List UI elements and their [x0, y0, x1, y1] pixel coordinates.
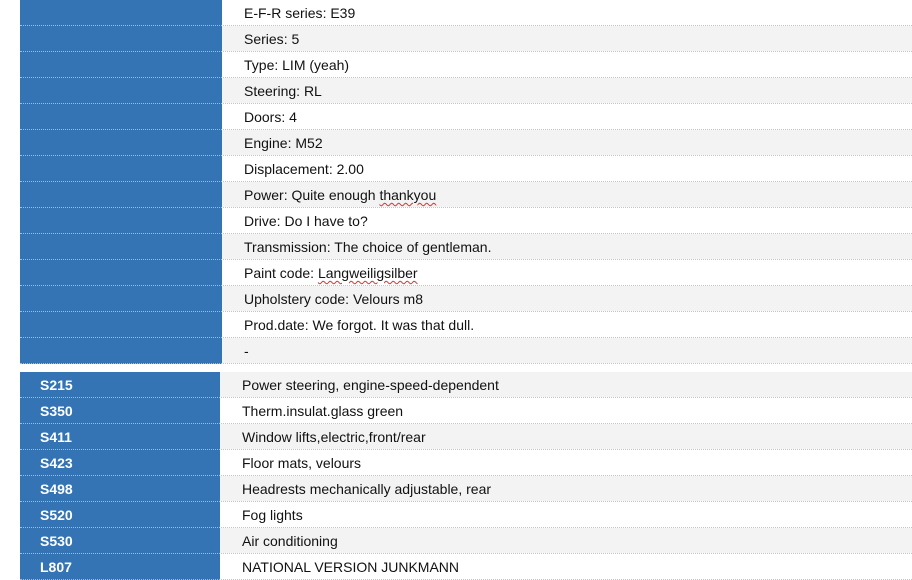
spellcheck-flagged-word[interactable]: Langweiligsilber	[318, 265, 418, 281]
spec-value-text: Quite enough	[291, 187, 380, 203]
spec-value: Paint code: Langweiligsilber	[244, 265, 418, 281]
spec-label: Prod.date	[244, 317, 305, 333]
option-row: S498 Headrests mechanically adjustable, r…	[20, 476, 912, 502]
spec-value: -	[222, 338, 912, 363]
spec-row-marker	[20, 156, 222, 182]
spec-value: E-F-R series: E39	[244, 5, 356, 21]
spec-row: Steering: RL	[20, 78, 912, 104]
spec-row: Displacement: 2.00	[20, 156, 912, 182]
option-description: NATIONAL VERSION JUNKMANN	[242, 559, 460, 575]
option-code: S520	[20, 502, 220, 528]
spec-label: Upholstery code	[244, 291, 346, 307]
option-code: L807	[20, 554, 220, 580]
spec-value: Displacement: 2.00	[244, 161, 364, 177]
spec-row-marker	[20, 52, 222, 78]
spec-label: Doors	[244, 109, 282, 125]
spec-row: Paint code: Langweiligsilber	[20, 260, 912, 286]
spec-row: Upholstery code: Velours m8	[20, 286, 912, 312]
spec-value-text: E39	[330, 5, 356, 21]
option-description: Air conditioning	[220, 528, 912, 553]
spec-value-text: 2.00	[336, 161, 364, 177]
spec-row-marker	[20, 338, 222, 364]
option-code: S411	[20, 424, 220, 450]
spellcheck-flagged-word[interactable]: thankyou	[379, 187, 436, 203]
spec-label: Transmission	[244, 239, 327, 255]
spec-value: Type: LIM (yeah)	[244, 57, 350, 73]
spec-row: Transmission: The choice of gentleman.	[20, 234, 912, 260]
spec-value-text: 5	[291, 31, 300, 47]
spec-row-marker	[20, 26, 222, 52]
spec-row: Engine: M52	[20, 130, 912, 156]
options-table: S215 Power steering, engine-speed-depende…	[20, 372, 912, 580]
option-row: S530 Air conditioning	[20, 528, 912, 554]
spec-table: E-F-R series: E39 Series: 5 Type: LIM (yea…	[20, 0, 912, 364]
option-description: Window lifts,electric,front/rear	[220, 424, 912, 449]
spec-label: E-F-R series	[244, 5, 323, 21]
option-code: S215	[20, 372, 220, 398]
spec-row-marker	[20, 0, 222, 26]
option-description: Floor mats, velours	[242, 455, 362, 471]
spec-row: Type: LIM (yeah)	[20, 52, 912, 78]
spec-value: Upholstery code: Velours m8	[222, 286, 912, 311]
option-row: S411 Window lifts,electric,front/rear	[20, 424, 912, 450]
spec-value-text: 4	[289, 109, 297, 125]
spec-row-marker	[20, 286, 222, 312]
option-row: L807 NATIONAL VERSION JUNKMANN	[20, 554, 912, 580]
spec-label: Series	[244, 31, 284, 47]
spec-row-marker	[20, 312, 222, 338]
option-description: Headrests mechanically adjustable, rear	[220, 476, 912, 501]
spec-value: Doors: 4	[244, 109, 297, 125]
spec-row-marker	[20, 260, 222, 286]
option-row: S423 Floor mats, velours	[20, 450, 912, 476]
spec-row: Doors: 4	[20, 104, 912, 130]
spec-value: Power: Quite enough thankyou	[222, 182, 912, 207]
spec-row: E-F-R series: E39	[20, 0, 912, 26]
spec-value-text: We forgot. It was that dull.	[312, 317, 475, 333]
spec-value-text: The choice of gentleman.	[334, 239, 492, 255]
option-description: Power steering, engine-speed-dependent	[220, 372, 912, 397]
option-row: S215 Power steering, engine-speed-depende…	[20, 372, 912, 398]
spec-value: Series: 5	[222, 26, 912, 51]
spec-value-text: -	[244, 343, 249, 359]
spec-value: Drive: Do I have to?	[244, 213, 368, 229]
spec-row: Drive: Do I have to?	[20, 208, 912, 234]
spec-row-marker	[20, 78, 222, 104]
spec-value-text: RL	[303, 83, 322, 99]
option-code: S423	[20, 450, 220, 476]
spec-row: Series: 5	[20, 26, 912, 52]
spec-value-text: LIM (yeah)	[282, 57, 350, 73]
spec-value-text: Do I have to?	[284, 213, 368, 229]
spec-row: Prod.date: We forgot. It was that dull.	[20, 312, 912, 338]
spec-row-marker	[20, 234, 222, 260]
option-code: S498	[20, 476, 220, 502]
option-description: Fog lights	[242, 507, 303, 523]
spec-row-marker	[20, 182, 222, 208]
spec-value: Steering: RL	[222, 78, 912, 103]
spec-value: Prod.date: We forgot. It was that dull.	[244, 317, 475, 333]
spec-label: Engine	[244, 135, 288, 151]
spec-value: Transmission: The choice of gentleman.	[222, 234, 912, 259]
vehicle-data-page: E-F-R series: E39 Series: 5 Type: LIM (yea…	[20, 0, 912, 580]
spec-row-marker	[20, 130, 222, 156]
spec-label: Drive	[244, 213, 277, 229]
spec-label: Type	[244, 57, 275, 73]
spec-value-text: M52	[295, 135, 323, 151]
spec-label: Paint code	[244, 265, 311, 281]
spec-row: Power: Quite enough thankyou	[20, 182, 912, 208]
option-row: S520 Fog lights	[20, 502, 912, 528]
spec-value-text: Velours m8	[352, 291, 423, 307]
spec-row-marker	[20, 208, 222, 234]
option-description: Therm.insulat.glass green	[242, 403, 404, 419]
spec-label: Power	[244, 187, 284, 203]
spec-row: -	[20, 338, 912, 364]
spec-label: Displacement	[244, 161, 329, 177]
option-code: S530	[20, 528, 220, 554]
spec-value: Engine: M52	[222, 130, 912, 155]
option-code: S350	[20, 398, 220, 424]
spec-row-marker	[20, 104, 222, 130]
spec-label: Steering	[244, 83, 297, 99]
option-row: S350 Therm.insulat.glass green	[20, 398, 912, 424]
